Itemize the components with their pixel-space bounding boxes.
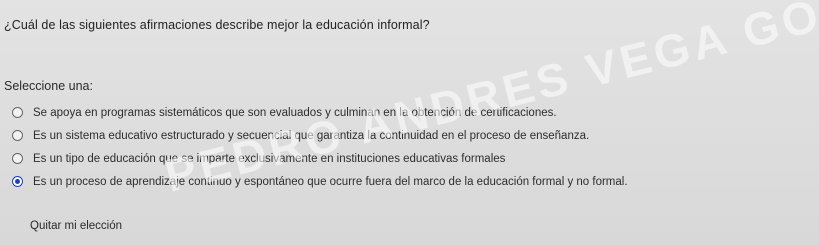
answer-option-c[interactable]: Es un tipo de educación que se imparte e… <box>12 147 802 170</box>
select-one-prompt: Seleccione una: <box>4 79 93 93</box>
clear-choice-link[interactable]: Quitar mi elección <box>30 220 122 232</box>
radio-button[interactable] <box>12 130 23 141</box>
answer-option-label: Es un sistema educativo estructurado y s… <box>33 129 590 142</box>
answer-option-label: Es un tipo de educación que se imparte e… <box>33 152 506 165</box>
question-text: ¿Cuál de las siguientes afirmaciones des… <box>4 18 430 32</box>
answer-option-b[interactable]: Es un sistema educativo estructurado y s… <box>12 124 802 147</box>
radio-button[interactable] <box>12 107 23 118</box>
radio-button[interactable] <box>12 176 23 187</box>
answer-options: Se apoya en programas sistemáticos que s… <box>12 101 802 193</box>
answer-option-label: Es un proceso de aprendizaje continuo y … <box>33 175 628 188</box>
answer-option-d[interactable]: Es un proceso de aprendizaje continuo y … <box>12 170 802 193</box>
answer-option-label: Se apoya en programas sistemáticos que s… <box>33 106 557 119</box>
answer-option-a[interactable]: Se apoya en programas sistemáticos que s… <box>12 101 802 124</box>
radio-button[interactable] <box>12 153 23 164</box>
